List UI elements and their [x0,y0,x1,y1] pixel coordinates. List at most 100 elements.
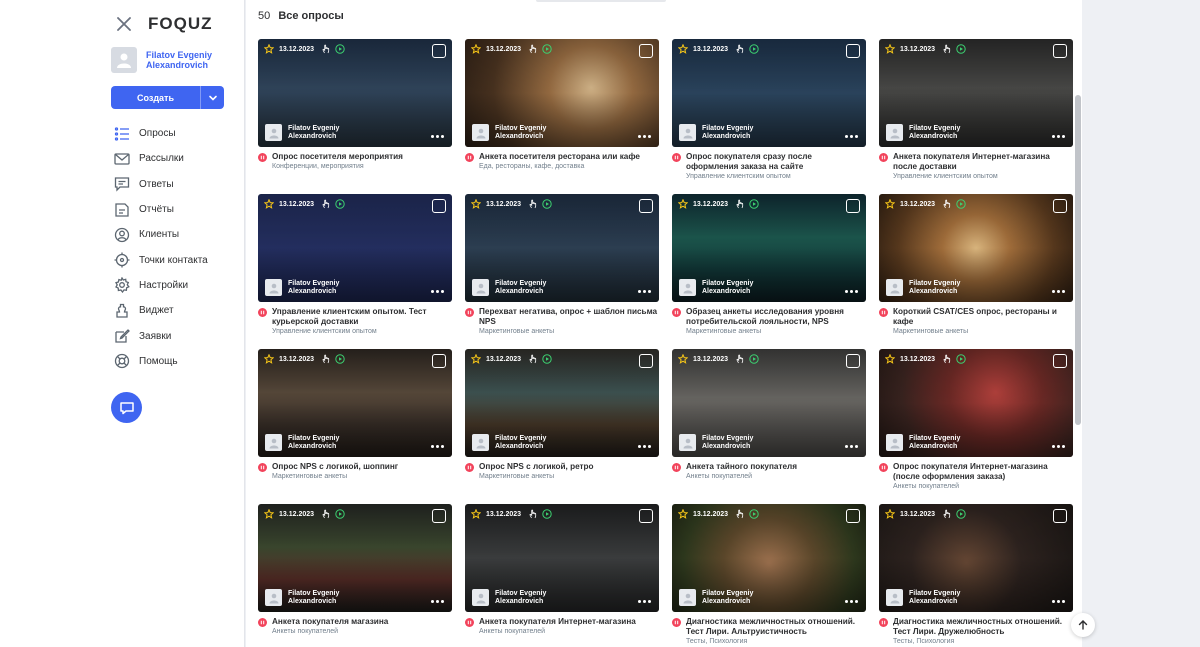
create-button[interactable]: Создать [111,86,224,109]
survey-card[interactable]: 13.12.2023 Filatov Evgeniy Alexandrovich… [672,349,866,480]
survey-thumbnail[interactable]: 13.12.2023 Filatov Evgeniy Alexandrovich [672,504,866,612]
card-menu-button[interactable] [638,290,651,293]
card-title[interactable]: Короткий CSAT/CES опрос, рестораны и каф… [893,307,1073,327]
survey-thumbnail[interactable]: 13.12.2023 Filatov Evgeniy Alexandrovich [465,349,659,457]
survey-thumbnail[interactable]: 13.12.2023 Filatov Evgeniy Alexandrovich [258,39,452,147]
nav-item-settings[interactable]: Настройки [114,273,208,298]
scrollbar[interactable] [1075,95,1081,425]
card-title[interactable]: Опрос посетителя мероприятия [272,152,403,162]
survey-thumbnail[interactable]: 13.12.2023 Filatov Evgeniy Alexandrovich [879,504,1073,612]
star-icon[interactable] [678,44,688,54]
card-select-checkbox[interactable] [432,354,446,368]
star-icon[interactable] [264,509,274,519]
survey-card[interactable]: 13.12.2023 Filatov Evgeniy Alexandrovich… [258,194,452,335]
star-icon[interactable] [471,354,481,364]
star-icon[interactable] [264,199,274,209]
card-menu-button[interactable] [638,600,651,603]
user-profile[interactable]: Filatov Evgeniy Alexandrovich [111,47,226,73]
card-select-checkbox[interactable] [432,44,446,58]
survey-thumbnail[interactable]: 13.12.2023 Filatov Evgeniy Alexandrovich [672,349,866,457]
card-title[interactable]: Образец анкеты исследования уровня потре… [686,307,866,327]
survey-card[interactable]: 13.12.2023 Filatov Evgeniy Alexandrovich… [672,39,866,180]
card-title[interactable]: Анкета покупателя Интернет-магазина [479,617,636,627]
card-title[interactable]: Опрос покупателя сразу после оформления … [686,152,866,172]
survey-card[interactable]: 13.12.2023 Filatov Evgeniy Alexandrovich… [258,349,452,480]
survey-card[interactable]: 13.12.2023 Filatov Evgeniy Alexandrovich… [879,504,1073,645]
card-select-checkbox[interactable] [639,354,653,368]
survey-thumbnail[interactable]: 13.12.2023 Filatov Evgeniy Alexandrovich [258,504,452,612]
card-select-checkbox[interactable] [846,509,860,523]
nav-item-requests[interactable]: Заявки [114,323,208,348]
nav-item-answers[interactable]: Ответы [114,172,208,197]
card-select-checkbox[interactable] [846,44,860,58]
card-select-checkbox[interactable] [432,509,446,523]
survey-thumbnail[interactable]: 13.12.2023 Filatov Evgeniy Alexandrovich [465,504,659,612]
survey-card[interactable]: 13.12.2023 Filatov Evgeniy Alexandrovich… [672,194,866,335]
support-chat-button[interactable] [111,392,142,423]
card-title[interactable]: Анкета посетителя ресторана или кафе [479,152,640,162]
card-title[interactable]: Анкета покупателя магазина [272,617,388,627]
card-menu-button[interactable] [1052,445,1065,448]
star-icon[interactable] [885,354,895,364]
card-select-checkbox[interactable] [846,199,860,213]
star-icon[interactable] [471,44,481,54]
card-menu-button[interactable] [431,135,444,138]
card-menu-button[interactable] [1052,135,1065,138]
card-menu-button[interactable] [845,600,858,603]
star-icon[interactable] [678,509,688,519]
card-title[interactable]: Опрос покупателя Интернет-магазина (посл… [893,462,1073,482]
survey-thumbnail[interactable]: 13.12.2023 Filatov Evgeniy Alexandrovich [879,194,1073,302]
star-icon[interactable] [678,354,688,364]
card-menu-button[interactable] [845,445,858,448]
survey-thumbnail[interactable]: 13.12.2023 Filatov Evgeniy Alexandrovich [879,39,1073,147]
card-menu-button[interactable] [845,290,858,293]
survey-card[interactable]: 13.12.2023 Filatov Evgeniy Alexandrovich… [465,39,659,170]
card-title[interactable]: Управление клиентским опытом. Тест курье… [272,307,452,327]
card-menu-button[interactable] [431,290,444,293]
card-title[interactable]: Опрос NPS с логикой, ретро [479,462,594,472]
survey-thumbnail[interactable]: 13.12.2023 Filatov Evgeniy Alexandrovich [672,39,866,147]
nav-item-reports[interactable]: Отчёты [114,197,208,222]
survey-card[interactable]: 13.12.2023 Filatov Evgeniy Alexandrovich… [465,194,659,335]
card-menu-button[interactable] [1052,290,1065,293]
star-icon[interactable] [678,199,688,209]
nav-item-mailings[interactable]: Рассылки [114,146,208,171]
card-menu-button[interactable] [638,445,651,448]
star-icon[interactable] [885,199,895,209]
card-menu-button[interactable] [1052,600,1065,603]
card-title[interactable]: Перехват негатива, опрос + шаблон письма… [479,307,659,327]
card-title[interactable]: Диагностика межличностных отношений. Тес… [686,617,866,637]
card-title[interactable]: Анкета покупателя Интернет-магазина посл… [893,152,1073,172]
survey-thumbnail[interactable]: 13.12.2023 Filatov Evgeniy Alexandrovich [258,349,452,457]
survey-card[interactable]: 13.12.2023 Filatov Evgeniy Alexandrovich… [879,194,1073,335]
create-dropdown-toggle[interactable] [200,86,224,109]
card-select-checkbox[interactable] [432,199,446,213]
nav-item-clients[interactable]: Клиенты [114,222,208,247]
card-select-checkbox[interactable] [639,44,653,58]
card-menu-button[interactable] [431,445,444,448]
card-menu-button[interactable] [431,600,444,603]
star-icon[interactable] [471,509,481,519]
card-title[interactable]: Опрос NPS с логикой, шоппинг [272,462,398,472]
survey-thumbnail[interactable]: 13.12.2023 Filatov Evgeniy Alexandrovich [258,194,452,302]
card-title[interactable]: Анкета тайного покупателя [686,462,797,472]
card-menu-button[interactable] [845,135,858,138]
card-select-checkbox[interactable] [1053,199,1067,213]
card-select-checkbox[interactable] [846,354,860,368]
card-menu-button[interactable] [638,135,651,138]
card-select-checkbox[interactable] [639,509,653,523]
card-select-checkbox[interactable] [1053,44,1067,58]
star-icon[interactable] [885,44,895,54]
survey-thumbnail[interactable]: 13.12.2023 Filatov Evgeniy Alexandrovich [672,194,866,302]
scroll-top-button[interactable] [1071,613,1095,637]
survey-card[interactable]: 13.12.2023 Filatov Evgeniy Alexandrovich… [465,504,659,635]
nav-item-help[interactable]: Помощь [114,349,208,374]
survey-thumbnail[interactable]: 13.12.2023 Filatov Evgeniy Alexandrovich [879,349,1073,457]
nav-item-widget[interactable]: Виджет [114,298,208,323]
star-icon[interactable] [264,44,274,54]
card-select-checkbox[interactable] [1053,509,1067,523]
nav-item-surveys[interactable]: Опросы [114,121,208,146]
survey-card[interactable]: 13.12.2023 Filatov Evgeniy Alexandrovich… [879,39,1073,180]
nav-item-touchpoints[interactable]: Точки контакта [114,247,208,272]
star-icon[interactable] [264,354,274,364]
